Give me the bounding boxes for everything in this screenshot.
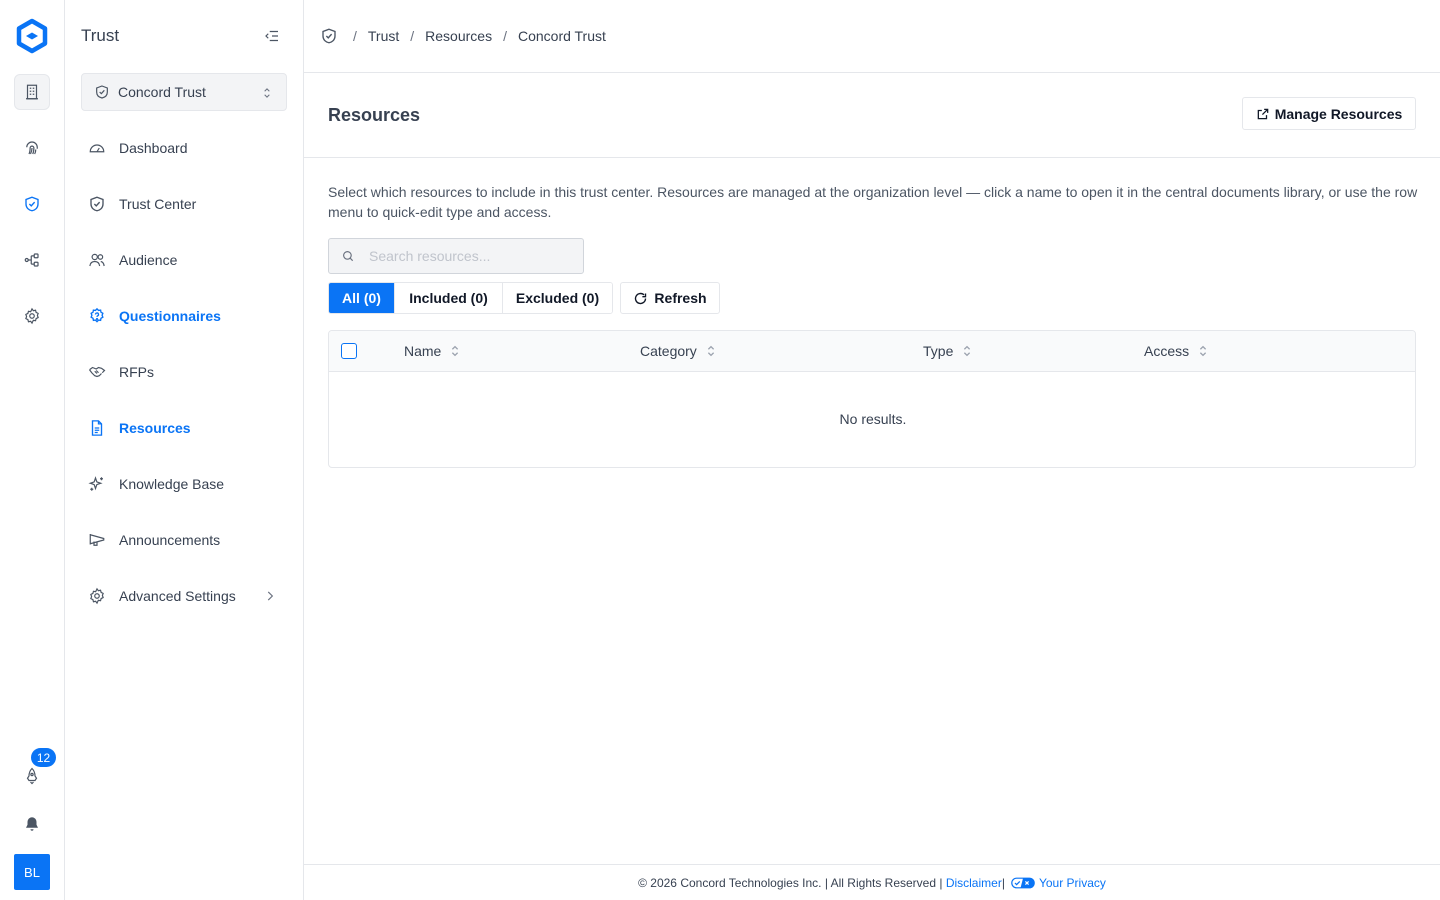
users-icon	[89, 253, 105, 267]
manage-resources-button[interactable]: Manage Resources	[1242, 97, 1416, 130]
file-icon	[91, 420, 103, 436]
sidebar-title: Trust	[81, 26, 120, 45]
search-box[interactable]	[328, 238, 584, 274]
privacy-choices-icon	[1011, 877, 1035, 888]
sort-icon	[707, 345, 714, 357]
page-header: Resources Manage Resources	[304, 73, 1440, 158]
settings-icon	[90, 587, 104, 605]
chevrons-up-down-icon	[264, 88, 270, 98]
column-category-label: Category	[640, 343, 697, 359]
chevron-right-icon	[267, 591, 274, 601]
sparkles-icon	[88, 476, 103, 491]
rail-trust-button[interactable]	[14, 186, 50, 222]
sidebar-item-questionnaires[interactable]: Questionnaires	[81, 296, 287, 336]
sidebar-item-label: Audience	[119, 252, 178, 268]
rail-notifications-button[interactable]	[14, 806, 50, 842]
shield-icon	[90, 196, 104, 212]
sidebar-item-label: Announcements	[119, 532, 221, 548]
filter-included-tab[interactable]: Included (0)	[394, 283, 502, 313]
sidebar-item-advanced-settings[interactable]: Advanced Settings	[81, 576, 287, 616]
sort-icon	[1200, 345, 1207, 357]
collapse-sidebar-icon[interactable]	[263, 27, 281, 45]
rail-fingerprint-button[interactable]	[14, 130, 50, 166]
selector-value: Concord Trust	[118, 84, 206, 100]
refresh-button[interactable]: Refresh	[620, 282, 720, 314]
megaphone-icon	[89, 534, 105, 546]
icon-rail: 12 BL	[0, 0, 65, 900]
shield-check-icon	[96, 85, 108, 99]
sidebar-item-knowledge-base[interactable]: Knowledge Base	[81, 464, 287, 504]
rocket-icon	[26, 767, 38, 785]
rail-settings-button[interactable]	[14, 298, 50, 334]
disclaimer-link[interactable]: Disclaimer	[946, 876, 1002, 890]
main-content: / Trust / Resources / Concord Trust Reso…	[304, 0, 1440, 900]
sidebar-item-label: Knowledge Base	[119, 476, 225, 492]
column-type[interactable]: Type	[923, 343, 973, 359]
breadcrumb-trust[interactable]: Trust	[368, 28, 399, 44]
sidebar-item-label: Dashboard	[119, 140, 188, 156]
column-type-label: Type	[923, 343, 954, 359]
app-logo-icon[interactable]	[14, 18, 50, 54]
workflow-icon	[24, 253, 39, 267]
select-all-checkbox[interactable]	[341, 343, 357, 359]
fingerprint-icon	[26, 141, 38, 155]
filter-excluded-tab[interactable]: Excluded (0)	[502, 283, 612, 313]
sidebar-item-resources[interactable]: Resources	[81, 408, 287, 448]
resources-table: Name Category Type Access No results.	[328, 330, 1416, 468]
breadcrumb-current: Concord Trust	[517, 28, 606, 44]
gauge-icon	[89, 144, 105, 153]
shield-check-icon	[25, 196, 39, 212]
sidebar-item-audience[interactable]: Audience	[81, 240, 287, 280]
table-header: Name Category Type Access	[329, 331, 1415, 372]
column-access-label: Access	[1144, 343, 1190, 359]
footer: © 2026 Concord Technologies Inc. | All R…	[304, 864, 1440, 900]
manage-resources-label: Manage Resources	[1274, 105, 1403, 122]
rail-building-button[interactable]	[14, 74, 50, 110]
search-input[interactable]	[369, 248, 569, 264]
sidebar-item-label: Advanced Settings	[119, 588, 236, 604]
trust-center-selector[interactable]: Concord Trust	[81, 73, 287, 111]
sidebar-item-trust-center[interactable]: Trust Center	[81, 184, 287, 224]
rail-workflow-button[interactable]	[14, 242, 50, 278]
empty-state-text: No results.	[839, 411, 907, 427]
sidebar: Trust Concord Trust Dashboard Trust Cent…	[65, 0, 304, 900]
breadcrumb-resources[interactable]: Resources	[425, 28, 492, 44]
sort-icon	[964, 345, 971, 357]
filter-all-tab[interactable]: All (0)	[329, 283, 394, 313]
sidebar-item-label: Resources	[119, 420, 191, 436]
user-avatar[interactable]: BL	[14, 854, 50, 890]
column-category[interactable]: Category	[640, 343, 717, 359]
column-name[interactable]: Name	[404, 343, 461, 359]
your-privacy-link[interactable]: Your Privacy	[1039, 876, 1106, 890]
sidebar-item-announcements[interactable]: Announcements	[81, 520, 287, 560]
shield-check-icon[interactable]	[320, 27, 338, 45]
sidebar-item-rfps[interactable]: RFPs	[81, 352, 287, 392]
column-access[interactable]: Access	[1144, 343, 1209, 359]
bell-icon	[26, 817, 38, 831]
sidebar-item-label: Trust Center	[119, 196, 197, 212]
question-icon	[90, 307, 104, 323]
handshake-icon	[89, 366, 106, 378]
sidebar-item-dashboard[interactable]: Dashboard	[81, 128, 287, 168]
breadcrumb: / Trust / Resources / Concord Trust	[304, 0, 1440, 73]
page-title: Resources	[328, 105, 421, 125]
sidebar-item-label: RFPs	[119, 364, 154, 380]
notification-count-badge: 12	[31, 748, 56, 767]
page-description: Select which resources to include in thi…	[328, 184, 1418, 220]
search-icon	[343, 251, 354, 262]
sidebar-item-label: Questionnaires	[119, 308, 221, 324]
sort-icon	[452, 345, 459, 357]
settings-icon	[25, 307, 39, 325]
external-link-icon	[1257, 108, 1268, 119]
footer-copyright: © 2026 Concord Technologies Inc. | All R…	[638, 875, 943, 890]
column-name-label: Name	[404, 343, 442, 359]
refresh-icon	[635, 292, 647, 304]
refresh-label: Refresh	[654, 290, 707, 306]
building-icon	[26, 84, 38, 100]
filter-segmented-control: All (0) Included (0) Excluded (0)	[328, 282, 613, 314]
